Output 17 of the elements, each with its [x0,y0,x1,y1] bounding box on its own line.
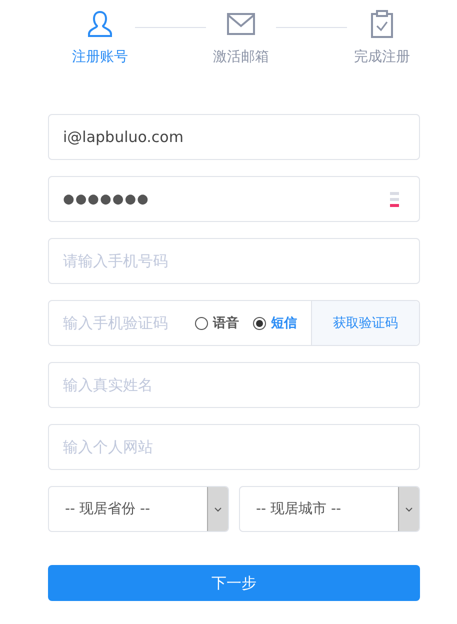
name-field[interactable]: 输入真实姓名 [48,362,420,408]
dropdown[interactable]: -- 现居城市 -- [239,486,420,532]
password-field[interactable]: ●●●●●●● [48,176,420,222]
website-field[interactable]: 输入个人网站 [48,424,420,470]
step-label: 注册账号 [72,48,128,66]
code-field[interactable]: 输入手机验证码 语音 短信 获取验证码 [48,300,420,346]
user-icon [87,10,113,38]
mail-icon [227,10,255,38]
dropdown[interactable]: -- 现居省份 -- [48,486,229,532]
email-field[interactable]: i@lapbuluo.com [48,114,420,160]
phone-field[interactable]: 请输入手机号码 [48,238,420,284]
step-label: 激活邮箱 [213,48,269,66]
caret-icon [405,506,413,512]
caret-icon [214,506,222,512]
step-label: 完成注册 [354,48,410,66]
clipboard-check-icon [370,10,394,38]
radio-option[interactable]: 语音 [195,314,239,332]
